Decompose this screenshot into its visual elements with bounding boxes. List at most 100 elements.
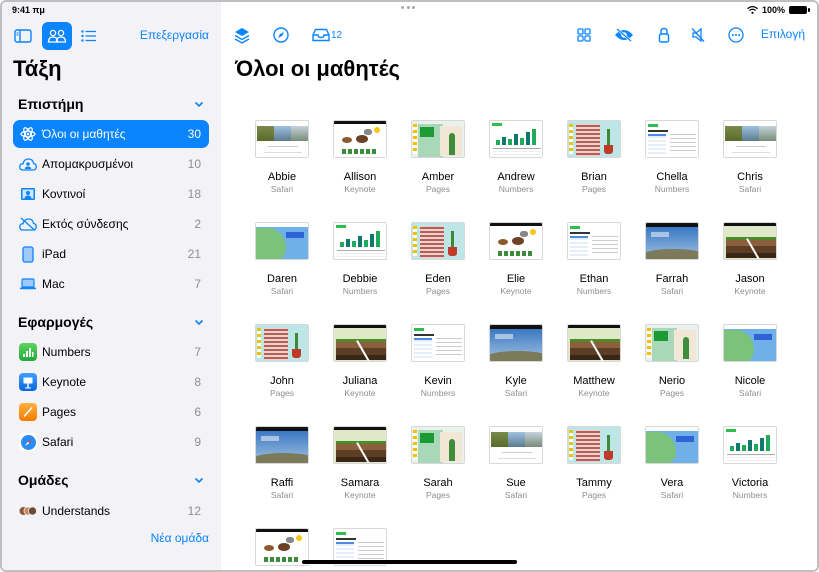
sidebar-item-nearby[interactable]: Κοντινοί 18 xyxy=(13,180,209,208)
sidebar-item-pages[interactable]: Pages 6 xyxy=(13,398,209,426)
toggle-sidebar-button[interactable] xyxy=(8,22,38,50)
student-tile[interactable]: Nicole Safari xyxy=(715,324,785,398)
chevron-down-icon[interactable] xyxy=(193,474,205,486)
student-tile[interactable]: Chris Safari xyxy=(715,120,785,194)
sidebar-item-all-students[interactable]: Όλοι οι μαθητές 30 xyxy=(13,120,209,148)
screen-thumbnail[interactable] xyxy=(489,120,543,158)
student-name: Sarah xyxy=(423,477,453,489)
sidebar-item-numbers[interactable]: Numbers 7 xyxy=(13,338,209,366)
student-tile[interactable]: Chella Numbers xyxy=(637,120,707,194)
screen-thumbnail[interactable] xyxy=(255,528,309,566)
screen-thumbnail[interactable] xyxy=(723,426,777,464)
screen-thumbnail[interactable] xyxy=(567,222,621,260)
sidebar-item-mac[interactable]: Mac 7 xyxy=(13,270,209,298)
student-tile[interactable]: Raffi Safari xyxy=(247,426,317,500)
group-view-button[interactable] xyxy=(577,26,591,44)
student-tile[interactable]: Kyle Safari xyxy=(481,324,551,398)
screen-thumbnail[interactable] xyxy=(723,222,777,260)
multitasking-dots[interactable] xyxy=(401,6,415,10)
student-tile[interactable]: Daren Safari xyxy=(247,222,317,296)
student-tile[interactable]: Nerio Pages xyxy=(637,324,707,398)
sidebar-item-remote[interactable]: Απομακρυσμένοι 10 xyxy=(13,150,209,178)
student-tile[interactable]: Vera Safari xyxy=(637,426,707,500)
select-button[interactable]: Επιλογή xyxy=(761,27,805,41)
thumbnail-detail xyxy=(651,232,669,237)
student-tile[interactable]: Amber Pages xyxy=(403,120,473,194)
screen-thumbnail[interactable] xyxy=(567,324,621,362)
sidebar-item-ipad[interactable]: iPad 21 xyxy=(13,240,209,268)
navigate-button[interactable] xyxy=(273,26,289,44)
student-tile[interactable]: Ethan Numbers xyxy=(559,222,629,296)
screen-thumbnail[interactable] xyxy=(567,120,621,158)
student-tile[interactable]: Samara Keynote xyxy=(325,426,395,500)
thumbnail-detail xyxy=(498,251,534,256)
group-avatars-icon xyxy=(19,502,37,520)
sidebar-item-keynote[interactable]: Keynote 8 xyxy=(13,368,209,396)
screen-thumbnail[interactable] xyxy=(255,324,309,362)
screen-thumbnail[interactable] xyxy=(489,426,543,464)
screen-thumbnail[interactable] xyxy=(255,120,309,158)
student-name: Nicole xyxy=(734,375,766,387)
screen-thumbnail[interactable] xyxy=(333,426,387,464)
student-tile[interactable]: Allison Keynote xyxy=(325,120,395,194)
screen-thumbnail[interactable] xyxy=(255,222,309,260)
students-view-button[interactable] xyxy=(42,22,72,50)
new-group-button[interactable]: Νέα ομάδα xyxy=(151,531,209,545)
screen-thumbnail[interactable] xyxy=(489,324,543,362)
sidebar-item-group-understands[interactable]: Understands 12 xyxy=(13,497,209,525)
layers-button[interactable] xyxy=(234,26,250,44)
sidebar-item-label: Mac xyxy=(42,277,65,291)
student-tile[interactable] xyxy=(325,528,395,570)
list-view-button[interactable] xyxy=(74,22,104,50)
screen-thumbnail[interactable] xyxy=(411,120,465,158)
lock-button[interactable] xyxy=(658,26,670,44)
mute-icon xyxy=(691,27,705,43)
chevron-down-icon[interactable] xyxy=(193,98,205,110)
hide-eye-icon xyxy=(615,28,633,42)
edit-button[interactable]: Επεξεργασία xyxy=(140,28,209,42)
screen-thumbnail[interactable] xyxy=(645,426,699,464)
thumbnail-detail xyxy=(286,537,294,543)
student-tile[interactable]: Matthew Keynote xyxy=(559,324,629,398)
student-tile[interactable]: Farrah Safari xyxy=(637,222,707,296)
sidebar-item-safari[interactable]: Safari 9 xyxy=(13,428,209,456)
screen-thumbnail[interactable] xyxy=(567,426,621,464)
student-tile[interactable]: Victoria Numbers xyxy=(715,426,785,500)
screen-thumbnail[interactable] xyxy=(723,324,777,362)
student-tile[interactable]: Kevin Numbers xyxy=(403,324,473,398)
screen-thumbnail[interactable] xyxy=(645,120,699,158)
student-tile[interactable]: Sue Safari xyxy=(481,426,551,500)
screen-thumbnail[interactable] xyxy=(333,324,387,362)
sidebar-item-offline[interactable]: Εκτός σύνδεσης 2 xyxy=(13,210,209,238)
student-tile[interactable]: Jason Keynote xyxy=(715,222,785,296)
thumbnail-detail xyxy=(336,225,346,228)
student-tile[interactable]: Sarah Pages xyxy=(403,426,473,500)
mute-button[interactable] xyxy=(691,26,705,44)
student-tile[interactable]: Elie Keynote xyxy=(481,222,551,296)
student-tile[interactable]: Abbie Safari xyxy=(247,120,317,194)
hide-screens-button[interactable] xyxy=(614,26,634,44)
thumbnail-detail xyxy=(569,430,573,460)
screen-thumbnail[interactable] xyxy=(645,324,699,362)
student-tile[interactable] xyxy=(247,528,317,570)
screen-thumbnail[interactable] xyxy=(411,222,465,260)
student-tile[interactable]: Andrew Numbers xyxy=(481,120,551,194)
inbox-button[interactable]: 12 xyxy=(312,26,342,44)
screen-thumbnail[interactable] xyxy=(411,426,465,464)
more-button[interactable] xyxy=(728,26,744,44)
student-tile[interactable]: Juliana Keynote xyxy=(325,324,395,398)
student-tile[interactable]: John Pages xyxy=(247,324,317,398)
screen-thumbnail[interactable] xyxy=(255,426,309,464)
chevron-down-icon[interactable] xyxy=(193,316,205,328)
student-tile[interactable]: Debbie Numbers xyxy=(325,222,395,296)
home-indicator[interactable] xyxy=(302,560,517,564)
screen-thumbnail[interactable] xyxy=(723,120,777,158)
screen-thumbnail[interactable] xyxy=(489,222,543,260)
screen-thumbnail[interactable] xyxy=(411,324,465,362)
screen-thumbnail[interactable] xyxy=(645,222,699,260)
student-tile[interactable]: Eden Pages xyxy=(403,222,473,296)
student-tile[interactable]: Tammy Pages xyxy=(559,426,629,500)
screen-thumbnail[interactable] xyxy=(333,120,387,158)
student-tile[interactable]: Brian Pages xyxy=(559,120,629,194)
screen-thumbnail[interactable] xyxy=(333,222,387,260)
